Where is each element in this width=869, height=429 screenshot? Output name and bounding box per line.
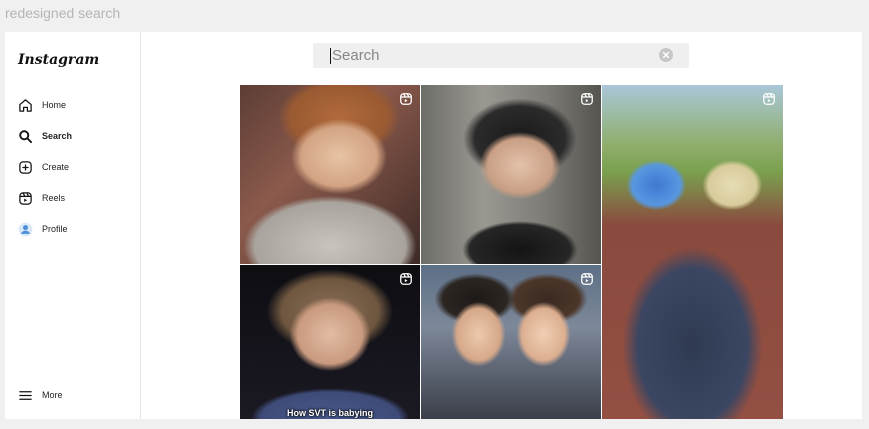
sidebar: Instagram Home Search Create Reels Profi… xyxy=(5,32,141,419)
nav-label-search: Search xyxy=(42,131,73,141)
reel-icon xyxy=(762,92,776,111)
nav-label-profile: Profile xyxy=(42,224,68,234)
nav-item-create[interactable]: Create xyxy=(17,157,69,177)
reel-icon xyxy=(580,92,594,111)
nav-item-more[interactable]: More xyxy=(17,385,63,405)
nav-label-create: Create xyxy=(42,162,70,172)
nav-item-home[interactable]: Home xyxy=(17,95,66,115)
nav-item-profile[interactable]: Profile xyxy=(17,219,68,239)
grid-tile[interactable] xyxy=(602,85,783,419)
clear-search-button[interactable] xyxy=(659,48,673,62)
nav-label-home: Home xyxy=(42,100,67,110)
grid-tile[interactable] xyxy=(421,85,601,264)
instagram-logo[interactable]: Instagram xyxy=(18,52,99,68)
home-icon xyxy=(17,97,33,113)
search-icon xyxy=(17,128,33,144)
reel-icon xyxy=(399,92,413,111)
grid-tile[interactable] xyxy=(421,265,601,419)
search-bar[interactable] xyxy=(313,43,689,68)
search-input[interactable] xyxy=(332,45,652,66)
grid-tile[interactable]: How SVT is babying xyxy=(240,265,420,419)
main-content: How SVT is babying xyxy=(142,32,862,419)
avatar-icon xyxy=(17,221,33,237)
video-caption: How SVT is babying xyxy=(286,408,373,418)
text-cursor xyxy=(330,48,331,64)
explore-grid: How SVT is babying xyxy=(240,85,783,419)
plus-square-icon xyxy=(17,159,33,175)
close-icon xyxy=(662,51,670,59)
reel-icon xyxy=(580,272,594,291)
app-window: Instagram Home Search Create Reels Profi… xyxy=(5,32,862,419)
reels-icon xyxy=(17,190,33,206)
hamburger-menu-icon xyxy=(17,387,33,403)
grid-tile[interactable] xyxy=(240,85,420,264)
nav-item-search[interactable]: Search xyxy=(17,126,72,146)
nav-label-reels: Reels xyxy=(42,193,66,203)
reel-icon xyxy=(399,272,413,291)
nav-label-more: More xyxy=(42,390,63,400)
nav-item-reels[interactable]: Reels xyxy=(17,188,65,208)
frame-title: redesigned search xyxy=(5,5,121,21)
